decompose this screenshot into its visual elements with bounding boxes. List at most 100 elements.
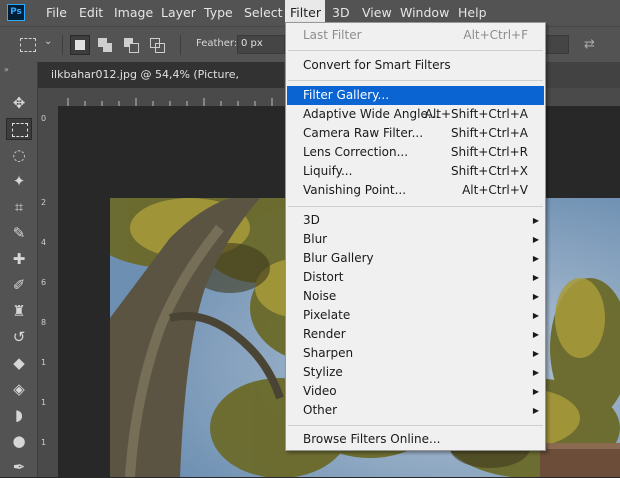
menu-item-other[interactable]: Other ▶ — [286, 401, 545, 420]
pen-tool-icon[interactable]: ✒ — [6, 456, 32, 478]
menu-item-shortcut: Shift+Ctrl+A — [451, 126, 528, 140]
menu-item-label: Noise — [303, 289, 337, 303]
eyedropper-tool-icon[interactable]: ✎ — [6, 222, 32, 244]
healing-brush-tool-icon[interactable]: ✚ — [6, 248, 32, 270]
menu-item-label: Blur — [303, 232, 328, 246]
magic-wand-tool-icon[interactable]: ✦ — [6, 170, 32, 192]
submenu-arrow-icon: ▶ — [532, 387, 539, 396]
menu-item-3d[interactable]: 3D ▶ — [286, 211, 545, 230]
submenu-arrow-icon: ▶ — [532, 235, 539, 244]
width-field[interactable] — [545, 35, 569, 54]
menu-item-browse-filters-online[interactable]: Browse Filters Online... — [286, 430, 545, 449]
menu-item-video[interactable]: Video ▶ — [286, 382, 545, 401]
lasso-tool-icon[interactable]: ◌ — [6, 144, 32, 166]
menu-item-vanishing-point[interactable]: Vanishing Point... Alt+Ctrl+V — [286, 181, 545, 200]
submenu-arrow-icon: ▶ — [532, 349, 539, 358]
divider — [180, 35, 181, 55]
menu-item-shortcut: Alt+Shift+Ctrl+A — [424, 107, 528, 121]
menu-item-label: Lens Correction... — [303, 145, 409, 159]
divider — [62, 35, 63, 55]
ruler-mark: 8 — [41, 318, 47, 327]
new-selection-icon — [75, 40, 85, 50]
menu-item-shortcut: Shift+Ctrl+X — [451, 164, 528, 178]
menu-item-label: Browse Filters Online... — [303, 432, 441, 446]
menu-separator — [288, 50, 543, 51]
menu-layer[interactable]: Layer — [156, 0, 201, 26]
menu-item-label: Filter Gallery... — [303, 88, 390, 102]
new-selection-button[interactable] — [70, 35, 90, 55]
menu-item-blur-gallery[interactable]: Blur Gallery ▶ — [286, 249, 545, 268]
menu-item-blur[interactable]: Blur ▶ — [286, 230, 545, 249]
menu-item-stylize[interactable]: Stylize ▶ — [286, 363, 545, 382]
menu-item-lens-correction[interactable]: Lens Correction... Shift+Ctrl+R — [286, 143, 545, 162]
marquee-preset-icon[interactable] — [20, 38, 36, 52]
menu-item-distort[interactable]: Distort ▶ — [286, 268, 545, 287]
swap-icon[interactable]: ⇄ — [584, 37, 595, 52]
collapse-icon[interactable]: » — [4, 65, 9, 74]
document-tab[interactable]: ilkbahar012.jpg @ 54,4% (Picture, RGB/8#… — [38, 62, 284, 107]
menu-item-label: Other — [303, 403, 338, 417]
menu-file[interactable]: File — [41, 0, 72, 26]
intersect-selection-button[interactable] — [148, 35, 168, 55]
filter-menu: Last Filter Alt+Ctrl+F Convert for Smart… — [285, 22, 546, 451]
menu-item-adaptive-wide-angle[interactable]: Adaptive Wide Angle... Alt+Shift+Ctrl+A — [286, 105, 545, 124]
ruler-mark: 0 — [41, 114, 47, 123]
menu-edit[interactable]: Edit — [74, 0, 108, 26]
menu-item-label: Liquify... — [303, 164, 353, 178]
marquee-tool-icon[interactable] — [6, 118, 32, 140]
menu-image[interactable]: Image — [109, 0, 158, 26]
menu-item-label: Stylize — [303, 365, 343, 379]
ruler-vertical: 0 2 4 6 8 1 1 1 — [38, 106, 58, 477]
menu-separator — [288, 206, 543, 207]
menu-item-label: Blur Gallery — [303, 251, 374, 265]
menu-item-label: Camera Raw Filter... — [303, 126, 424, 140]
menu-type[interactable]: Type — [199, 0, 238, 26]
tools-panel: » ✥ ◌ ✦ ⌗ ✎ ✚ ✐ ♜ ↺ ◆ ◈ ◗ ● ✒ — [0, 62, 38, 477]
menu-select[interactable]: Select — [239, 0, 288, 26]
menu-item-shortcut: Alt+Ctrl+V — [462, 183, 528, 197]
feather-input[interactable]: 0 px — [237, 35, 285, 54]
submenu-arrow-icon: ▶ — [532, 254, 539, 263]
menu-item-shortcut: Alt+Ctrl+F — [463, 28, 528, 42]
menu-item-label: Sharpen — [303, 346, 354, 360]
menu-item-filter-gallery[interactable]: Filter Gallery... — [287, 86, 544, 105]
feather-label: Feather: — [196, 38, 238, 49]
menu-item-label: Vanishing Point... — [303, 183, 407, 197]
chevron-down-icon[interactable]: ⌄ — [44, 36, 52, 47]
eraser-tool-icon[interactable]: ◆ — [6, 352, 32, 374]
submenu-arrow-icon: ▶ — [532, 330, 539, 339]
menu-item-label: Render — [303, 327, 346, 341]
subtract-selection-button[interactable] — [122, 35, 142, 55]
menu-item-liquify[interactable]: Liquify... Shift+Ctrl+X — [286, 162, 545, 181]
menu-item-label: Pixelate — [303, 308, 351, 322]
submenu-arrow-icon: ▶ — [532, 273, 539, 282]
brush-tool-icon[interactable]: ✐ — [6, 274, 32, 296]
add-selection-button[interactable] — [96, 35, 116, 55]
submenu-arrow-icon: ▶ — [532, 216, 539, 225]
paint-bucket-tool-icon[interactable]: ◈ — [6, 378, 32, 400]
menu-item-render[interactable]: Render ▶ — [286, 325, 545, 344]
menu-item-label: Last Filter — [303, 28, 362, 42]
move-tool-icon[interactable]: ✥ — [6, 92, 32, 114]
ruler-corner — [38, 88, 58, 106]
menu-item-label: 3D — [303, 213, 320, 227]
submenu-arrow-icon: ▶ — [532, 406, 539, 415]
menu-item-sharpen[interactable]: Sharpen ▶ — [286, 344, 545, 363]
menu-item-convert-smart-filters[interactable]: Convert for Smart Filters — [286, 56, 545, 75]
ruler-mark: 1 — [41, 358, 47, 367]
menu-item-label: Video — [303, 384, 337, 398]
history-brush-tool-icon[interactable]: ↺ — [6, 326, 32, 348]
clone-stamp-tool-icon[interactable]: ♜ — [6, 300, 32, 322]
menu-item-label: Adaptive Wide Angle... — [303, 107, 440, 121]
ruler-mark: 6 — [41, 278, 47, 287]
menu-item-last-filter[interactable]: Last Filter Alt+Ctrl+F — [286, 26, 545, 45]
menu-item-camera-raw-filter[interactable]: Camera Raw Filter... Shift+Ctrl+A — [286, 124, 545, 143]
photoshop-logo-icon: Ps — [7, 4, 25, 21]
submenu-arrow-icon: ▶ — [532, 368, 539, 377]
dodge-tool-icon[interactable]: ● — [6, 430, 32, 452]
blur-tool-icon[interactable]: ◗ — [6, 404, 32, 426]
menu-item-pixelate[interactable]: Pixelate ▶ — [286, 306, 545, 325]
submenu-arrow-icon: ▶ — [532, 292, 539, 301]
crop-tool-icon[interactable]: ⌗ — [6, 196, 32, 218]
menu-item-noise[interactable]: Noise ▶ — [286, 287, 545, 306]
